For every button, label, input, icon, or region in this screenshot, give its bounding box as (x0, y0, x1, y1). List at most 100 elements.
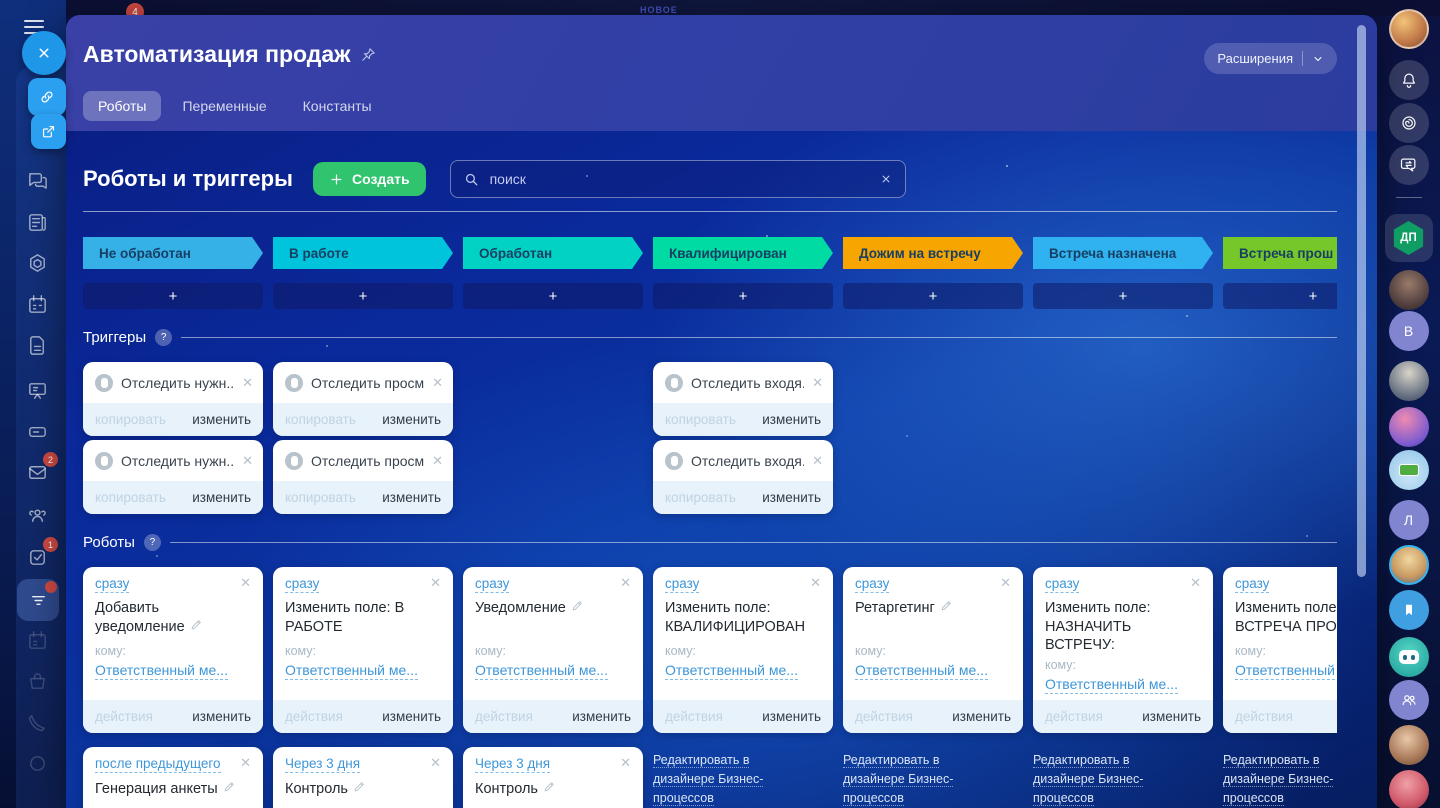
recipient-link[interactable]: Ответственный ме... (285, 662, 418, 680)
add-robot-button[interactable]: + (1223, 283, 1337, 309)
copilot-button[interactable] (1389, 103, 1429, 143)
edit-pencil-icon[interactable] (543, 780, 556, 793)
copy-action[interactable]: копировать (285, 490, 356, 505)
open-in-new-button[interactable] (31, 114, 66, 149)
recipient-link[interactable]: Ответственный ме... (95, 662, 228, 680)
edit-action[interactable]: изменить (382, 412, 441, 427)
chat-avatar[interactable] (1389, 270, 1429, 310)
search-input[interactable] (490, 171, 869, 187)
sidebar-item-calendar2[interactable] (24, 627, 50, 653)
recipient-link[interactable]: Ответственный ме... (1045, 676, 1178, 694)
actions-menu[interactable]: действия (665, 709, 723, 724)
trigger-card[interactable]: Отследить нужн...✕ копироватьизменить (83, 362, 263, 436)
group-chat-avatar[interactable] (1389, 680, 1429, 720)
workgroup-badge-active[interactable]: ДП (1385, 214, 1433, 262)
stage-kvalifitsirovan[interactable]: Квалифицирован (653, 237, 833, 269)
delete-trigger-icon[interactable]: ✕ (432, 376, 443, 389)
trigger-card[interactable]: Отследить входя...✕ копироватьизменить (653, 362, 833, 436)
stage-ne-obrabotan[interactable]: Не обработан (83, 237, 263, 269)
edit-action[interactable]: изменить (192, 412, 251, 427)
edit-pencil-icon[interactable] (190, 618, 203, 631)
sidebar-item-calendar[interactable] (24, 291, 50, 317)
robot-when-link[interactable]: сразу (475, 576, 509, 593)
edit-action[interactable]: изменить (762, 490, 821, 505)
robot-card[interactable]: сразу✕ Добавить уведомление кому: Ответс… (83, 567, 263, 733)
help-icon[interactable]: ? (144, 534, 161, 551)
trigger-card[interactable]: Отследить просм...✕ копироватьизменить (273, 362, 453, 436)
sidebar-item-crm[interactable] (24, 250, 50, 276)
robot-card[interactable]: сразу✕ Ретаргетинг кому: Ответственный м… (843, 567, 1023, 733)
robot-when-link[interactable]: сразу (285, 576, 319, 593)
add-robot-button[interactable]: + (273, 283, 453, 309)
edit-pencil-icon[interactable] (353, 780, 366, 793)
delete-trigger-icon[interactable]: ✕ (432, 454, 443, 467)
robot-card[interactable]: сразу✕ Изменить поле: НАЗНАЧИТЬ ВСТРЕЧУ:… (1033, 567, 1213, 733)
sidebar-item-mail[interactable]: 2 (24, 459, 50, 485)
robot-when-link[interactable]: сразу (665, 576, 699, 593)
sidebar-item-company[interactable] (24, 502, 50, 528)
recipient-link[interactable]: Ответственный (1235, 662, 1335, 680)
chat-avatar-letter[interactable]: B (1389, 311, 1429, 351)
sidebar-item-feed[interactable] (24, 209, 50, 235)
edit-action[interactable]: изменить (1142, 709, 1201, 724)
vertical-scrollbar[interactable] (1357, 25, 1366, 577)
robot-when-link[interactable]: после предыдущего (95, 756, 221, 773)
add-robot-button[interactable]: + (1033, 283, 1213, 309)
profile-avatar[interactable] (1389, 9, 1429, 49)
actions-menu[interactable]: действия (95, 709, 153, 724)
close-slider-button[interactable] (22, 31, 66, 75)
actions-menu[interactable]: действия (855, 709, 913, 724)
create-button[interactable]: Создать (313, 162, 426, 196)
trigger-card[interactable]: Отследить входя...✕ копироватьизменить (653, 440, 833, 514)
chat-avatar[interactable] (1389, 545, 1429, 585)
tab-variables[interactable]: Переменные (167, 91, 281, 121)
copy-action[interactable]: копировать (95, 490, 166, 505)
delete-robot-icon[interactable]: ✕ (430, 576, 441, 589)
delete-robot-icon[interactable]: ✕ (1000, 576, 1011, 589)
delete-trigger-icon[interactable]: ✕ (812, 454, 823, 467)
sidebar-item-messenger[interactable] (24, 167, 50, 193)
edit-action[interactable]: изменить (192, 490, 251, 505)
edit-action[interactable]: изменить (382, 709, 441, 724)
chat-avatar[interactable] (1389, 450, 1429, 490)
tab-robots[interactable]: Роботы (83, 91, 161, 121)
delete-robot-icon[interactable]: ✕ (240, 576, 251, 589)
edit-pencil-icon[interactable] (571, 599, 584, 612)
delete-robot-icon[interactable]: ✕ (620, 756, 631, 769)
delete-robot-icon[interactable]: ✕ (810, 576, 821, 589)
extensions-button[interactable]: Расширения (1204, 43, 1337, 74)
copy-action[interactable]: копировать (285, 412, 356, 427)
delete-robot-icon[interactable]: ✕ (240, 756, 251, 769)
robot-when-link[interactable]: сразу (95, 576, 129, 593)
sidebar-item-telephony[interactable] (24, 709, 50, 735)
robot-when-link[interactable]: сразу (855, 576, 889, 593)
robot-card-delayed[interactable]: Через 3 дня✕ Контроль (463, 747, 643, 808)
stage-v-rabote[interactable]: В работе (273, 237, 453, 269)
robot-card[interactable]: сразу✕ Уведомление кому: Ответственный м… (463, 567, 643, 733)
delete-robot-icon[interactable]: ✕ (620, 576, 631, 589)
robot-card[interactable]: сразу✕ Изменить поле: КВАЛИФИЦИРОВАН ком… (653, 567, 833, 733)
trigger-card[interactable]: Отследить просм...✕ копироватьизменить (273, 440, 453, 514)
add-robot-button[interactable]: + (843, 283, 1023, 309)
saved-messages-button[interactable] (1389, 590, 1429, 630)
recipient-link[interactable]: Ответственный ме... (475, 662, 608, 680)
edit-action[interactable]: изменить (762, 709, 821, 724)
robot-card-delayed[interactable]: Через 3 дня✕ Контроль (273, 747, 453, 808)
robot-when-link[interactable]: сразу (1045, 576, 1079, 593)
robot-when-link[interactable]: Через 3 дня (285, 756, 360, 773)
sidebar-item-automation-active[interactable] (17, 579, 59, 621)
edit-action[interactable]: изменить (762, 412, 821, 427)
robot-card-delayed[interactable]: после предыдущего✕ Генерация анкеты (83, 747, 263, 808)
delete-trigger-icon[interactable]: ✕ (242, 454, 253, 467)
edit-action[interactable]: изменить (952, 709, 1011, 724)
edit-action[interactable]: изменить (572, 709, 631, 724)
delete-trigger-icon[interactable]: ✕ (242, 376, 253, 389)
edit-action[interactable]: изменить (382, 490, 441, 505)
delete-robot-icon[interactable]: ✕ (1190, 576, 1201, 589)
tab-constants[interactable]: Константы (288, 91, 387, 121)
recipient-link[interactable]: Ответственный ме... (665, 662, 798, 680)
delete-robot-icon[interactable]: ✕ (430, 756, 441, 769)
robot-card[interactable]: сразу✕ Изменить поле: В РАБОТЕ кому: Отв… (273, 567, 453, 733)
sidebar-item-docs[interactable] (24, 332, 50, 358)
chat-avatar[interactable] (1389, 407, 1429, 447)
